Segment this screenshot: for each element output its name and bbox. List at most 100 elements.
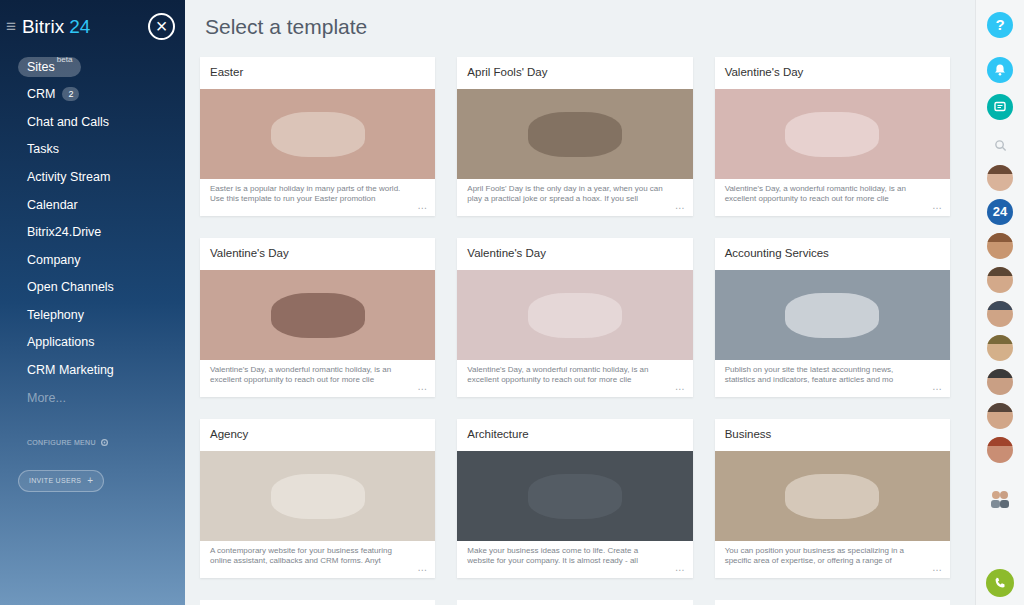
logo[interactable]: Bitrix24 [22, 17, 90, 36]
search-button[interactable] [987, 132, 1013, 158]
page-title: Select a template [200, 0, 950, 57]
sidebar-item-label: Sitesbeta [18, 57, 81, 77]
more-icon[interactable]: … [932, 201, 942, 211]
card-description: April Fools' Day is the only day in a ye… [457, 179, 692, 216]
avatar-hair [987, 437, 1013, 446]
user-avatar[interactable] [987, 267, 1013, 293]
user-avatar[interactable] [987, 369, 1013, 395]
avatar-hair [987, 267, 1013, 276]
close-button[interactable]: × [148, 13, 175, 40]
user-avatar[interactable] [987, 233, 1013, 259]
help-button[interactable]: ? [987, 12, 1013, 38]
card-title: Valentine's Day [457, 238, 692, 270]
item-text: CRM [27, 88, 55, 101]
user-avatar[interactable] [987, 301, 1013, 327]
template-card[interactable]: Valentine's Day Valentine's Day, a wonder… [200, 238, 435, 397]
template-card[interactable]: Business You can position your business a… [715, 419, 950, 578]
more-icon[interactable]: … [417, 201, 427, 211]
description-line: Use this template to run your Easter pro… [210, 194, 425, 204]
sidebar-item[interactable]: More... [0, 384, 185, 412]
user-avatar[interactable] [987, 335, 1013, 361]
sidebar-item[interactable]: CRM2 [0, 81, 185, 109]
main-area: Select a templateEasterEaster is a popul… [185, 0, 975, 605]
user-avatar[interactable] [987, 165, 1013, 191]
description-line: You can position your business as specia… [725, 546, 940, 556]
notifications-button[interactable] [987, 57, 1013, 83]
call-button[interactable] [986, 569, 1014, 597]
template-card[interactable]: Valentine's Day Valentine's Day, a wonder… [715, 57, 950, 216]
configure-menu[interactable]: CONFIGURE MENU [0, 438, 185, 449]
description-line: play a practical joke or spread a hoax. … [467, 194, 682, 204]
card-title: Valentine's Day [715, 57, 950, 89]
more-icon[interactable]: … [932, 382, 942, 392]
sidebar-item-label: CRM2 [18, 84, 88, 104]
sidebar-header: ≡ Bitrix24 × [0, 0, 185, 52]
sidebar-item[interactable]: Telephony [0, 301, 185, 329]
item-text: Telephony [27, 309, 84, 322]
group-icon [987, 485, 1013, 511]
description-line: Valentine's Day, a wonderful romantic ho… [210, 365, 425, 375]
card-title: Architecture [457, 419, 692, 451]
menu-icon[interactable]: ≡ [6, 18, 16, 35]
more-icon[interactable]: … [675, 382, 685, 392]
sidebar-item[interactable]: Tasks [0, 136, 185, 164]
sidebar-item[interactable]: Applications [0, 329, 185, 357]
template-card[interactable]: Valentine's Day Valentine's Day, a wonder… [457, 238, 692, 397]
sidebar-item[interactable]: CRM Marketing [0, 357, 185, 385]
description-line: Make your business ideas come to life. C… [467, 546, 682, 556]
more-icon[interactable]: … [417, 382, 427, 392]
template-card[interactable]: Accounting ServicesPublish on your site … [715, 238, 950, 397]
sidebar-item[interactable]: Calendar [0, 191, 185, 219]
template-card[interactable]: April Fools' Day April Fools' Day is the … [457, 57, 692, 216]
card-description: A contemporary website for your business… [200, 541, 435, 578]
sidebar-menu: Sitesbeta CRM2 Chat and Calls Tasks Activity… [0, 52, 185, 412]
preview-shape [271, 112, 365, 157]
sidebar-item[interactable]: Company [0, 246, 185, 274]
user-avatar[interactable] [987, 437, 1013, 463]
card-stub [457, 600, 692, 605]
card-description: Valentine's Day, a wonderful romantic ho… [457, 360, 692, 397]
template-preview [200, 451, 435, 541]
template-preview [715, 270, 950, 360]
template-preview [715, 89, 950, 179]
more-icon[interactable]: … [417, 563, 427, 573]
sidebar-item-label: CRM Marketing [18, 360, 123, 380]
card-title: Valentine's Day [200, 238, 435, 270]
card-description: Valentine's Day, a wonderful romantic ho… [715, 179, 950, 216]
sidebar-item[interactable]: Activity Stream [0, 163, 185, 191]
avatar-hair [987, 165, 1013, 174]
group-chat-button[interactable] [987, 485, 1013, 511]
card-title: Business [715, 419, 950, 451]
description-line: excellent opportunity to reach out for m… [210, 375, 425, 385]
item-text: More... [27, 392, 66, 405]
preview-shape [271, 474, 365, 519]
search-icon [994, 139, 1007, 152]
sidebar-item[interactable]: Bitrix24.Drive [0, 219, 185, 247]
chat-button[interactable] [987, 94, 1013, 120]
invite-users-button[interactable]: INVITE USERS+ [18, 470, 104, 492]
description-line: statistics and indicators, feature artic… [725, 375, 940, 385]
bitrix24-avatar[interactable]: 24 [987, 199, 1013, 225]
more-icon[interactable]: … [675, 201, 685, 211]
sidebar-item-label: Telephony [18, 305, 93, 325]
sidebar-item-label: Tasks [18, 140, 68, 160]
sidebar-item-label: Chat and Calls [18, 112, 118, 132]
user-avatar[interactable] [987, 403, 1013, 429]
preview-shape [528, 293, 622, 338]
description-line: website for your company. It is almost r… [467, 556, 682, 566]
sidebar-item[interactable]: Chat and Calls [0, 108, 185, 136]
more-icon[interactable]: … [675, 563, 685, 573]
template-card[interactable]: Architecture Make your business ideas com… [457, 419, 692, 578]
card-title: April Fools' Day [457, 57, 692, 89]
sidebar-item[interactable]: Sitesbeta [0, 53, 185, 81]
more-icon[interactable]: … [932, 563, 942, 573]
template-card[interactable]: AgencyA contemporary website for your bu… [200, 419, 435, 578]
sidebar-item[interactable]: Open Channels [0, 274, 185, 302]
item-text: CRM Marketing [27, 364, 114, 377]
template-preview [200, 89, 435, 179]
sidebar-item-label: Activity Stream [18, 167, 119, 187]
template-preview [200, 270, 435, 360]
card-description: You can position your business as specia… [715, 541, 950, 578]
invite-text: INVITE USERS [29, 476, 81, 487]
template-card[interactable]: EasterEaster is a popular holiday in man… [200, 57, 435, 216]
